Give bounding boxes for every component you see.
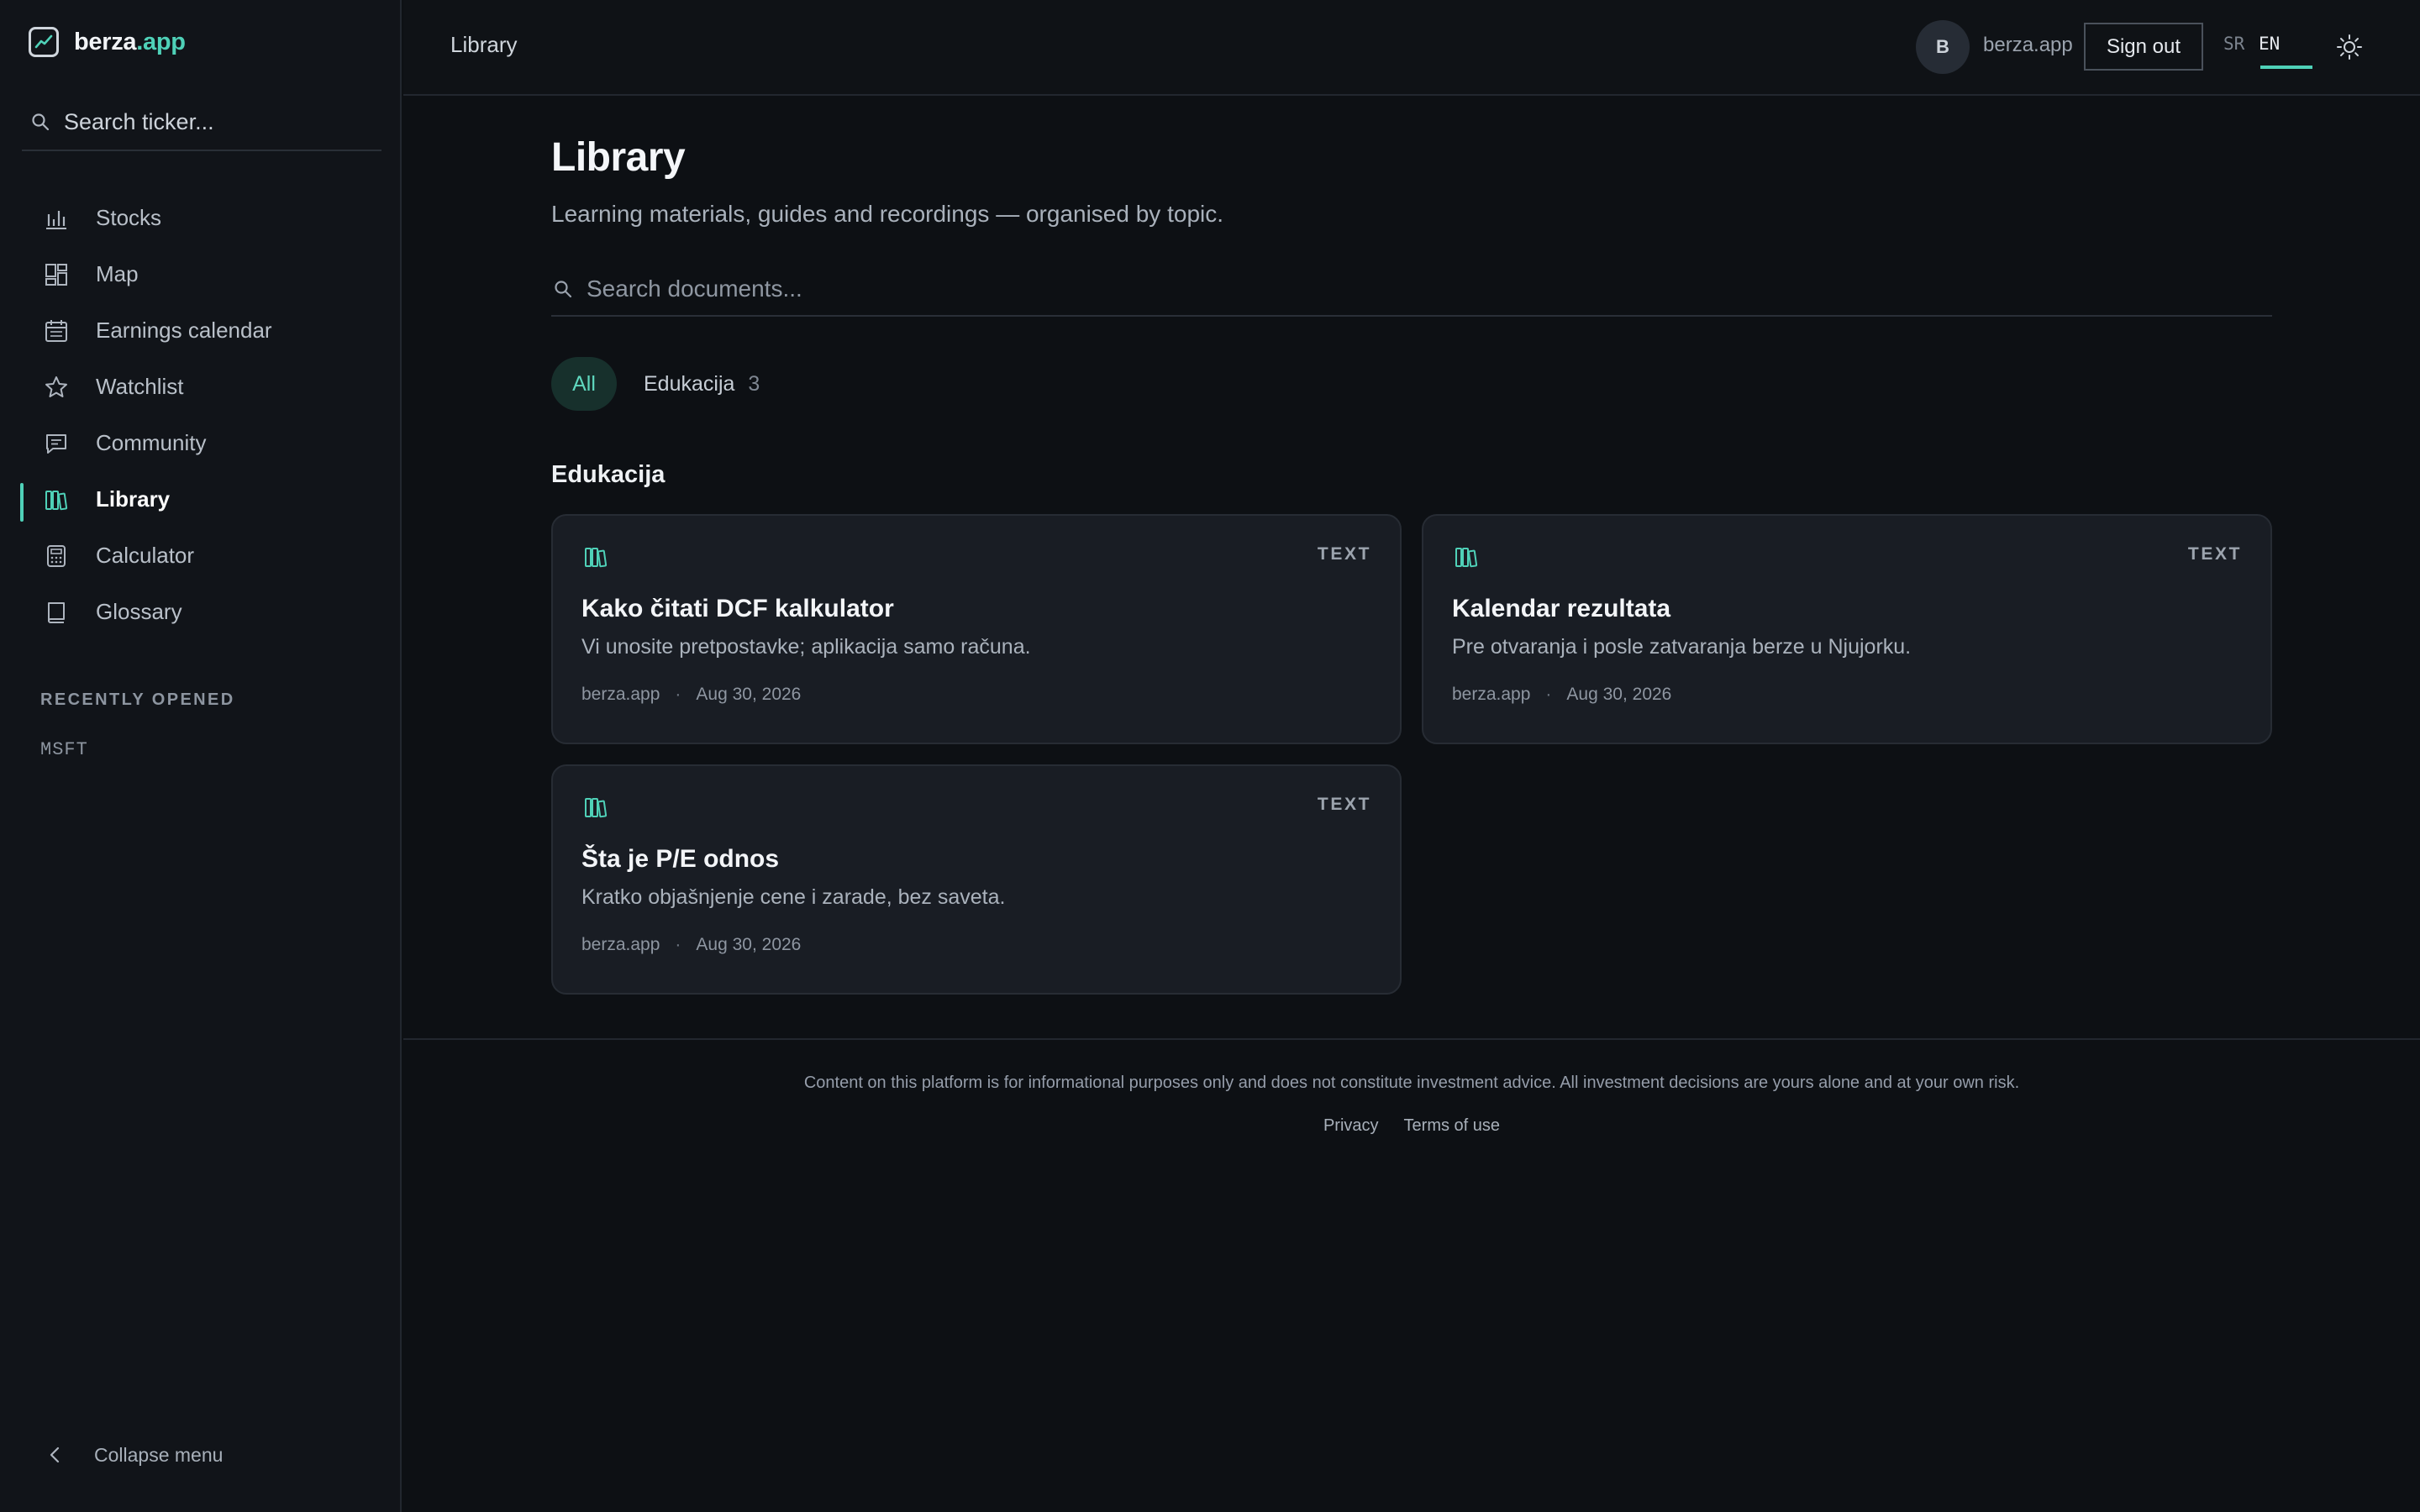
collapse-menu-button[interactable]: Collapse menu [40,1440,223,1470]
document-author: berza.app [1452,685,1531,704]
sidebar: berza.app Stocks Map [0,0,402,1512]
sidebar-item-label: Community [96,430,207,455]
filter-all-chip[interactable]: All [551,357,617,411]
ticker-search [22,94,381,151]
theme-toggle-sun-icon[interactable] [2333,30,2366,64]
document-card[interactable]: TEXT Kako čitati DCF kalkulator Vi unosi… [551,514,1402,744]
meta-separator: · [1545,685,1552,704]
sidebar-item-label: Calculator [96,543,195,568]
brand-name-accent: .app [136,28,186,55]
ticker-search-input[interactable] [64,108,366,135]
top-bar: Library B berza.app Sign out SR EN [403,0,2420,96]
document-title: Kako čitati DCF kalkulator [581,595,894,622]
sidebar-item-label: Stocks [96,205,162,230]
section-title: Edukacija [551,461,666,488]
document-type-badge: TEXT [2187,544,2242,564]
document-author: berza.app [581,935,660,954]
library-icon [1452,543,1481,571]
language-en-button[interactable]: EN [2259,34,2280,54]
brand-name: berza.app [74,29,186,56]
document-description: Vi unosite pretpostavke; aplikacija samo… [581,635,1031,659]
sidebar-item-stocks[interactable]: Stocks [20,190,381,246]
filter-category-count: 3 [748,371,760,396]
sidebar-item-label: Glossary [96,599,182,624]
sidebar-item-label: Earnings calendar [96,318,272,343]
document-description: Pre otvaranja i posle zatvaranja berze u… [1452,635,1912,659]
document-author: berza.app [581,685,660,704]
page-title: Library [551,135,686,180]
document-meta: berza.app · Aug 30, 2026 [581,685,1371,705]
library-icon [581,543,610,571]
sidebar-item-glossary[interactable]: Glossary [20,584,381,640]
document-date: Aug 30, 2026 [696,935,802,954]
sidebar-item-library[interactable]: Library [20,471,381,528]
filter-category-label: Edukacija [644,371,735,396]
user-name: berza.app [1983,34,2073,56]
document-date: Aug 30, 2026 [696,685,802,704]
sign-out-button[interactable]: Sign out [2084,23,2203,71]
search-icon [551,277,575,301]
document-meta: berza.app · Aug 30, 2026 [1452,685,2242,705]
trend-up-icon [29,27,59,57]
sidebar-item-label: Watchlist [96,374,184,399]
chat-icon [42,429,71,458]
sidebar-item-label: Library [96,486,171,512]
calculator-icon [42,542,71,570]
meta-separator: · [675,685,681,704]
library-icon [581,793,610,822]
book-icon [42,598,71,627]
document-type-badge: TEXT [1317,795,1371,814]
document-grid: TEXT Kako čitati DCF kalkulator Vi unosi… [551,514,2272,995]
recent-item-ticker[interactable]: MSFT [40,739,88,760]
document-card[interactable]: TEXT Šta je P/E odnos Kratko objašnjenje… [551,764,1402,995]
document-description: Kratko objašnjenje cene i zarade, bez sa… [581,885,1006,909]
sidebar-item-label: Map [96,261,139,286]
bar-chart-icon [42,204,71,233]
document-card[interactable]: TEXT Kalendar rezultata Pre otvaranja i … [1422,514,2272,744]
main-content: Library Learning materials, guides and r… [551,134,2272,995]
page-subtitle: Learning materials, guides and recording… [551,201,1224,227]
document-date: Aug 30, 2026 [1566,685,1672,704]
sidebar-item-community[interactable]: Community [20,415,381,471]
document-meta: berza.app · Aug 30, 2026 [581,935,1371,955]
language-sr-button[interactable]: SR [2223,34,2244,54]
document-search-input[interactable] [587,276,2183,302]
filter-category-chip[interactable]: Edukacija 3 [644,372,760,396]
terms-of-use-link[interactable]: Terms of use [1404,1116,1500,1136]
grid-map-icon [42,260,71,289]
sidebar-item-calculator[interactable]: Calculator [20,528,381,584]
document-title: Kalendar rezultata [1452,595,1671,622]
brand-logo[interactable]: berza.app [29,27,186,57]
app-root: berza.app Stocks Map [0,0,2420,1512]
star-icon [42,373,71,402]
recently-opened-heading: RECENTLY OPENED [40,690,235,709]
brand-name-main: berza [74,28,137,55]
category-filters: All Edukacija 3 [551,357,2272,411]
footer: Content on this platform is for informat… [403,1038,2420,1136]
document-type-badge: TEXT [1317,544,1371,564]
calendar-icon [42,317,71,345]
search-icon [29,110,52,134]
avatar[interactable]: B [1916,20,1970,74]
document-title: Šta je P/E odnos [581,845,780,873]
footer-links: Privacy Terms of use [403,1116,2420,1136]
meta-separator: · [675,935,681,954]
sidebar-item-earnings-calendar[interactable]: Earnings calendar [20,302,381,359]
sidebar-item-map[interactable]: Map [20,246,381,302]
sidebar-item-watchlist[interactable]: Watchlist [20,359,381,415]
library-icon [42,486,71,514]
investment-disclaimer: Content on this platform is for informat… [803,1074,2020,1092]
document-search [551,263,2272,317]
active-language-indicator [2260,66,2312,69]
chevron-left-icon [40,1440,71,1470]
privacy-link[interactable]: Privacy [1323,1116,1379,1136]
breadcrumb-title: Library [450,32,518,57]
collapse-menu-label: Collapse menu [94,1443,224,1466]
sidebar-nav: Stocks Map Earnings calendar Watchlist C… [20,190,381,640]
